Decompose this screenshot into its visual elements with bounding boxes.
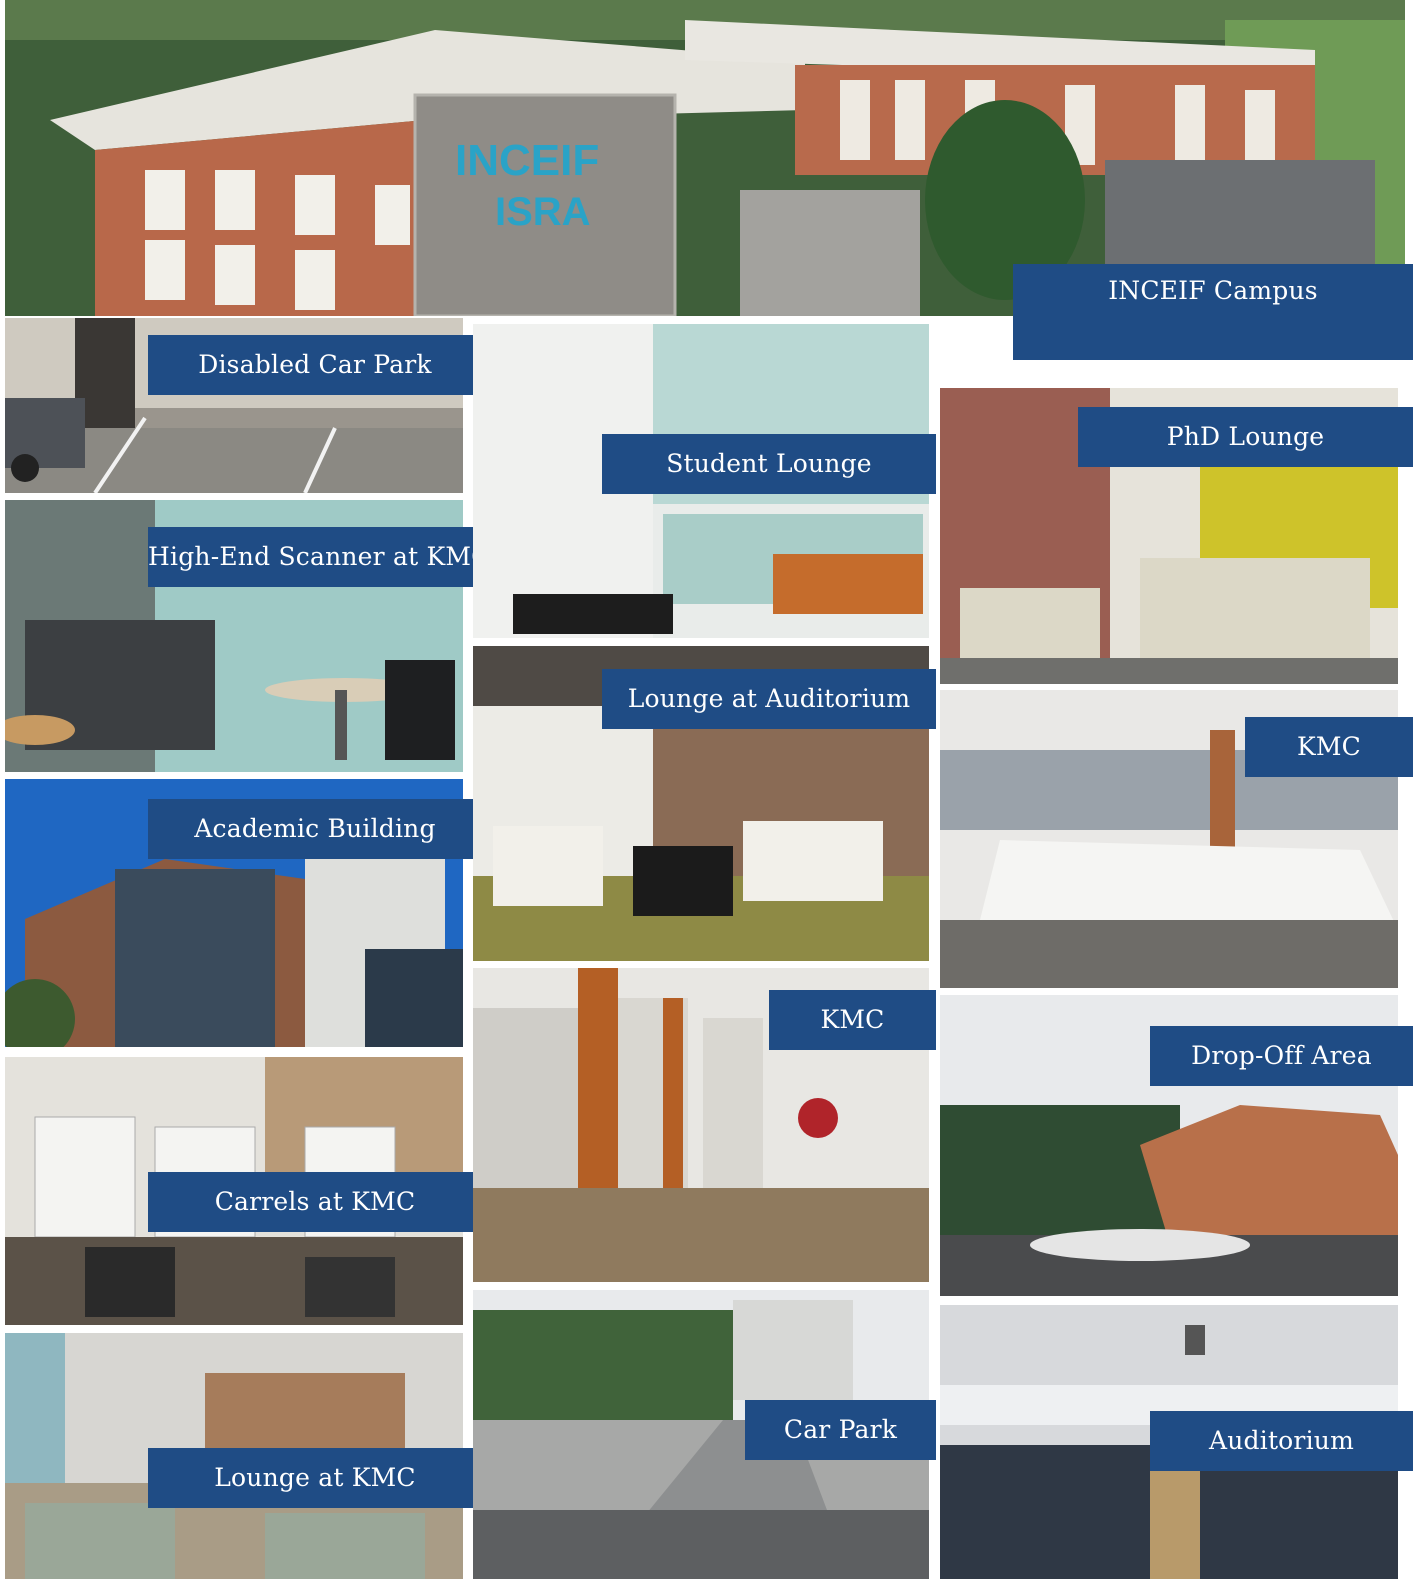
label-car-park: Car Park [745, 1400, 936, 1460]
label-kmc-middle: KMC [769, 990, 936, 1050]
building-sign-inceif: INCEIF [455, 136, 599, 185]
label-lounge-auditorium: Lounge at Auditorium [602, 669, 936, 729]
label-inceif-campus: INCEIF Campus [1013, 264, 1413, 360]
label-carrels-kmc: Carrels at KMC [148, 1172, 482, 1232]
building-sign-isra: ISRA [495, 190, 591, 234]
label-academic-building: Academic Building [148, 799, 482, 859]
label-high-end-scanner: High-End Scanner at KMC [148, 527, 490, 587]
label-phd-lounge: PhD Lounge [1078, 407, 1413, 467]
label-student-lounge: Student Lounge [602, 434, 936, 494]
label-lounge-kmc: Lounge at KMC [148, 1448, 482, 1508]
label-auditorium: Auditorium [1150, 1411, 1413, 1471]
label-kmc-right: KMC [1245, 717, 1413, 777]
label-disabled-car-park: Disabled Car Park [148, 335, 482, 395]
label-drop-off-area: Drop-Off Area [1150, 1026, 1413, 1086]
